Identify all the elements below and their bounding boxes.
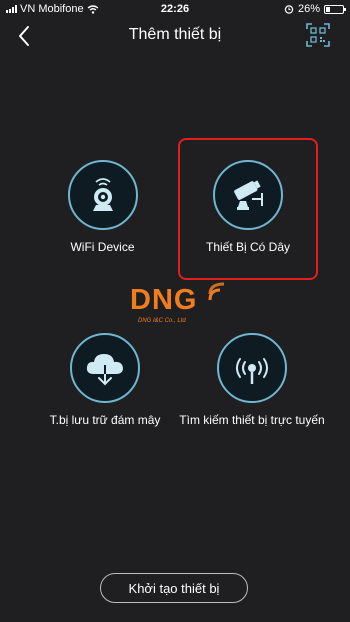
broadcast-icon-circle (217, 333, 287, 403)
wired-device-icon-circle (213, 160, 283, 230)
battery-icon (324, 4, 346, 14)
page-title: Thêm thiết bị (128, 26, 222, 43)
webcam-icon (92, 178, 113, 211)
watermark-subtitle: DNG I&C Co., Ltd (138, 318, 186, 324)
status-bar: VN Mobifone 22:26 26% (0, 0, 350, 18)
nav-bar: Thêm thiết bị (0, 20, 350, 52)
option-online-search[interactable]: Tìm kiếm thiết bị trực tuyến (172, 333, 332, 427)
option-label: T.bị lưu trữ đám mây (49, 413, 161, 427)
cloud-download-icon (86, 354, 123, 386)
cctv-camera-icon (234, 180, 263, 210)
qr-scan-button[interactable] (306, 23, 330, 47)
dng-watermark-logo: DNG DNG I&C Co., Ltd (130, 280, 240, 330)
battery-percent: 26% (297, 3, 320, 15)
option-label: WiFi Device (70, 240, 135, 254)
battery-level (326, 6, 330, 12)
option-wired-device[interactable]: Thiết Bị Có Dây (188, 160, 308, 254)
option-cloud-storage[interactable]: T.bị lưu trữ đám mây (30, 333, 180, 427)
qr-scan-icon (306, 23, 330, 47)
watermark-logo-text: DNG (130, 284, 198, 316)
option-label: Tìm kiếm thiết bị trực tuyến (179, 413, 325, 427)
option-wifi-device[interactable]: WiFi Device (55, 160, 150, 254)
cloud-icon-circle (70, 333, 140, 403)
signal-waves-icon (208, 282, 225, 301)
broadcast-icon (236, 358, 268, 384)
wifi-device-icon-circle (67, 160, 138, 230)
alarm-icon (284, 5, 294, 14)
init-device-button[interactable]: Khởi tạo thiết bị (100, 573, 248, 603)
option-label: Thiết Bị Có Dây (205, 240, 291, 254)
status-right: 26% (284, 3, 346, 15)
